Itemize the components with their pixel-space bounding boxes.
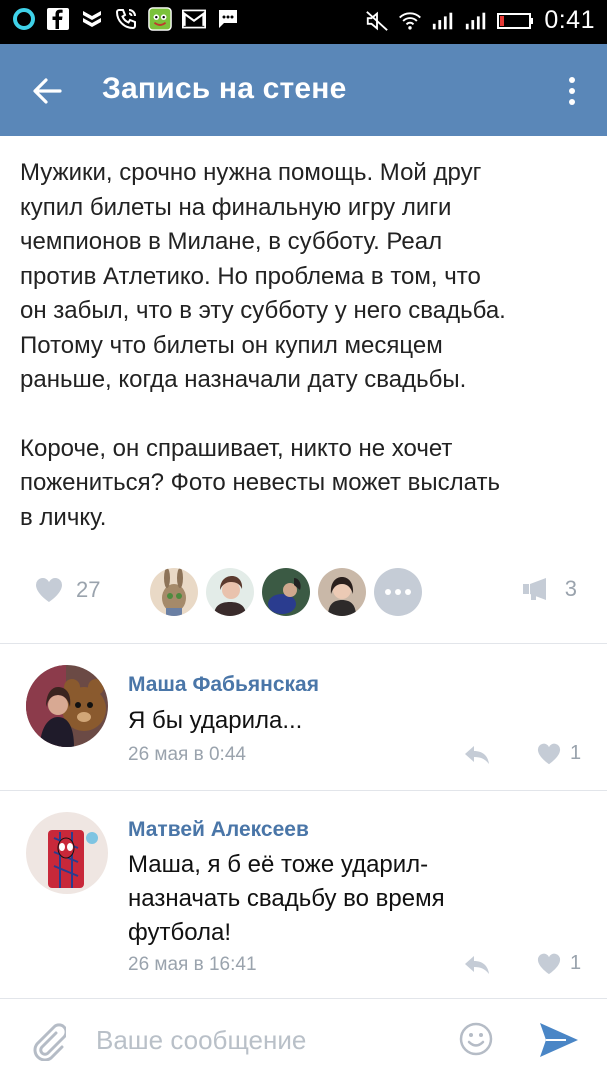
post-text: Мужики, срочно нужна помощь. Мой друг ку… (20, 156, 595, 535)
reply-icon (465, 746, 489, 764)
send-icon (540, 1023, 578, 1057)
comment-author-link[interactable]: Матвей Алексеев (128, 818, 309, 842)
game-icon (148, 7, 172, 31)
reply-button[interactable] (463, 743, 491, 767)
avatar (150, 568, 198, 616)
post-reactions: 27 3 (0, 566, 607, 622)
battery-icon (497, 9, 535, 33)
signal-icon (464, 9, 488, 33)
mute-icon (365, 9, 389, 33)
comment-likes-count: 1 (570, 742, 582, 764)
likes-count: 27 (76, 576, 101, 602)
smile-icon (459, 1022, 493, 1056)
comment-like-button[interactable]: 1 (536, 952, 581, 975)
comment-like-button[interactable]: 1 (536, 742, 581, 765)
heart-icon (35, 577, 63, 602)
message-composer (0, 998, 607, 1080)
comment-text: Я бы ударила... (128, 707, 303, 734)
comment: Матвей Алексеев Маша, я б её тоже ударил… (0, 790, 607, 998)
comment-text: Маша, я б её тоже ударил- назначать свад… (128, 851, 445, 946)
post-paragraph: Короче, он спрашивает, никто не хочет по… (20, 434, 500, 531)
attach-button[interactable] (30, 1021, 68, 1062)
avatar (206, 568, 254, 616)
comment-date: 26 мая в 16:41 (128, 954, 257, 975)
heart-icon (537, 953, 561, 975)
post-paragraph: Мужики, срочно нужна помощь. Мой друг ку… (20, 159, 506, 393)
megaphone-icon (522, 578, 546, 600)
comment-date: 26 мая в 0:44 (128, 744, 246, 765)
send-button[interactable] (538, 1021, 580, 1059)
back-button[interactable] (24, 68, 70, 114)
page-title: Запись на стене (102, 72, 347, 105)
liked-by-avatars[interactable] (150, 568, 422, 616)
avatar (262, 568, 310, 616)
facebook-icon (46, 7, 70, 31)
comment-likes-count: 1 (570, 952, 582, 974)
app-bar: Запись на стене (0, 44, 607, 136)
post-like-button[interactable]: 27 (34, 576, 100, 603)
emoji-button[interactable] (458, 1021, 494, 1057)
avatar (318, 568, 366, 616)
paperclip-icon (33, 1023, 68, 1062)
mail-icon (182, 7, 206, 31)
reply-icon (465, 956, 489, 974)
avatar[interactable] (26, 665, 108, 747)
shield-icon (80, 7, 104, 31)
shares-count: 3 (564, 576, 577, 601)
comment-author-link[interactable]: Маша Фабьянская (128, 673, 319, 697)
post-share-button[interactable]: 3 (521, 576, 577, 602)
more-menu-button[interactable] (557, 68, 587, 114)
more-vert-icon (569, 77, 575, 83)
message-input[interactable] (96, 1019, 426, 1061)
phone-icon (114, 7, 138, 31)
signal-icon (431, 9, 455, 33)
clock: 0:41 (544, 6, 595, 34)
arrow-left-icon (33, 78, 62, 104)
chat-icon (216, 7, 240, 31)
status-bar: 0:41 (0, 0, 607, 44)
wifi-icon (398, 9, 422, 33)
avatar[interactable] (26, 812, 108, 894)
reply-button[interactable] (463, 953, 491, 977)
ring-icon (12, 7, 36, 31)
more-likers-button[interactable] (374, 568, 422, 616)
comment: Маша Фабьянская Я бы ударила... 26 мая в… (0, 643, 607, 790)
heart-icon (537, 743, 561, 765)
